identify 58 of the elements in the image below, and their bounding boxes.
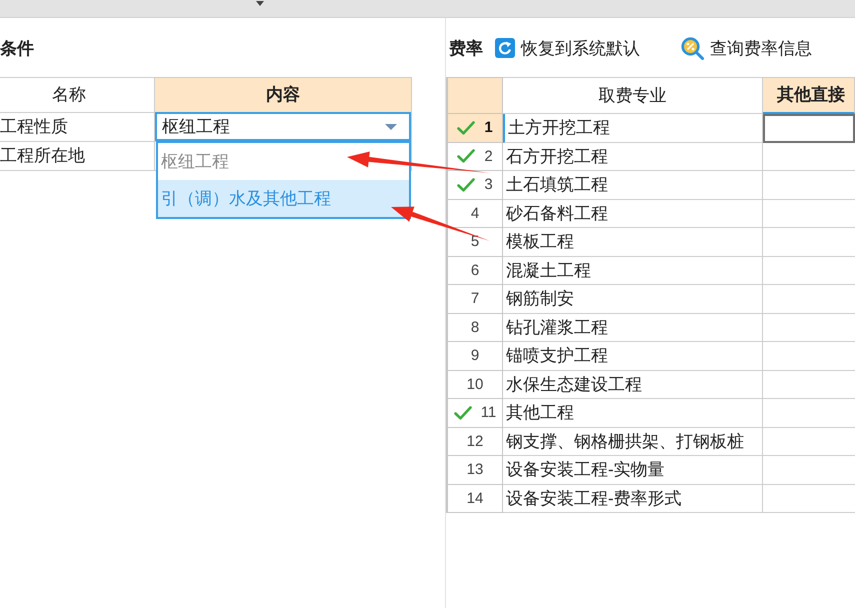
- row-number: 8: [470, 320, 480, 335]
- table-cell: 工程所在地: [0, 142, 155, 171]
- table-cell: 设备安装工程-实物量: [503, 456, 763, 484]
- row-header-cell[interactable]: 4: [446, 200, 503, 228]
- row-number: 9: [470, 348, 480, 364]
- row-header-cell[interactable]: 10: [446, 370, 503, 399]
- row-number: 1: [484, 120, 493, 136]
- restore-defaults-button[interactable]: 恢复到系统默认: [495, 38, 640, 58]
- row-number: 7: [470, 291, 480, 306]
- refresh-icon: [495, 38, 515, 58]
- table-cell: 钢筋制安: [503, 285, 763, 314]
- row-number: 4: [470, 206, 480, 221]
- column-header: 取费专业: [503, 77, 763, 114]
- section-title: 费率: [449, 40, 483, 56]
- search-icon: [681, 36, 704, 60]
- table-cell: 模板工程: [503, 228, 763, 256]
- row-number: 3: [484, 177, 493, 192]
- table-cell: 砂石备料工程: [503, 200, 763, 228]
- caret-icon[interactable]: [385, 124, 397, 130]
- row-header-cell[interactable]: 9: [446, 342, 503, 370]
- row-header-cell[interactable]: 1: [446, 114, 503, 142]
- table-cell: 石方开挖工程: [503, 142, 763, 171]
- row-number: 11: [480, 405, 496, 420]
- dropdown-field[interactable]: 枢纽工程: [155, 112, 411, 141]
- table-cell[interactable]: [763, 114, 855, 142]
- row-header-cell[interactable]: 12: [446, 428, 503, 456]
- table-cell: 土方开挖工程: [503, 114, 763, 142]
- table-cell: 锚喷支护工程: [503, 342, 763, 370]
- table-cell: 混凝土工程: [503, 256, 763, 285]
- row-number: 12: [466, 434, 484, 449]
- row-header-cell[interactable]: 13: [446, 456, 503, 484]
- section-title: 条件: [0, 40, 34, 56]
- table-cell: 钢支撑、钢格栅拱架、打钢板桩: [503, 428, 763, 456]
- table-cell: 水保生态建设工程: [503, 370, 763, 399]
- row-number: 6: [470, 262, 480, 278]
- row-header-cell[interactable]: 8: [446, 314, 503, 342]
- column-header: 内容: [155, 77, 412, 113]
- row-number: 2: [484, 148, 493, 164]
- row-number: 14: [466, 490, 484, 506]
- row-header-cell[interactable]: 3: [446, 171, 503, 200]
- table-cell: 钻孔灌浆工程: [503, 314, 763, 342]
- query-rates-button[interactable]: 查询费率信息: [681, 36, 812, 60]
- row-header-cell[interactable]: 5: [446, 228, 503, 256]
- column-header: 名称: [0, 77, 155, 113]
- table-cell: 土石填筑工程: [503, 171, 763, 200]
- row-header-cell[interactable]: 7: [446, 285, 503, 314]
- row-header-cell[interactable]: 2: [446, 142, 503, 171]
- column-header: 其他直接: [763, 77, 855, 114]
- row-header-cell[interactable]: 11: [446, 399, 503, 428]
- table-header-corner: [446, 77, 503, 114]
- row-header-cell[interactable]: 14: [446, 484, 503, 513]
- row-number: 5: [470, 234, 480, 250]
- table-cell: 设备安装工程-费率形式: [503, 484, 763, 513]
- row-number: 10: [466, 376, 484, 392]
- table-cell: 其他工程: [503, 399, 763, 428]
- caret-icon[interactable]: [256, 1, 264, 6]
- row-header-cell[interactable]: 6: [446, 256, 503, 285]
- row-number: 13: [466, 462, 484, 478]
